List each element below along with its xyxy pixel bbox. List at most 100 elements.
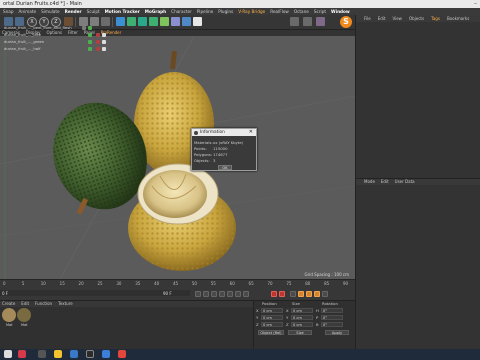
menu-item[interactable]: RealFlow bbox=[270, 8, 289, 15]
layout-icon[interactable] bbox=[290, 17, 299, 26]
snap-icon[interactable] bbox=[303, 17, 312, 26]
menu-item[interactable]: Octane bbox=[294, 8, 309, 15]
next-key-button[interactable] bbox=[235, 291, 241, 297]
position-key-button[interactable] bbox=[298, 291, 304, 297]
pen-spline-icon[interactable] bbox=[127, 17, 136, 26]
durian-half-opened[interactable] bbox=[128, 163, 236, 271]
size-y-field[interactable]: 0 cm bbox=[291, 315, 313, 320]
file-explorer-icon[interactable] bbox=[54, 350, 62, 358]
minimize-button[interactable]: – bbox=[474, 0, 477, 8]
menu-item[interactable]: Motion Tracker bbox=[105, 8, 140, 15]
attribute-manager-tab[interactable]: Mode bbox=[364, 179, 375, 185]
texture-tag-icon[interactable] bbox=[102, 40, 106, 44]
light-icon[interactable] bbox=[193, 17, 202, 26]
3d-viewport[interactable]: Grid Spacing : 100 cm bbox=[0, 36, 355, 279]
visibility-icon[interactable] bbox=[88, 26, 92, 30]
position-z-field[interactable]: 0 cm bbox=[261, 322, 283, 327]
size-z-field[interactable]: 0 cm bbox=[291, 322, 313, 327]
object-manager-tab[interactable]: View bbox=[392, 15, 402, 22]
close-icon[interactable]: ✕ bbox=[249, 129, 253, 136]
go-to-end-button[interactable] bbox=[243, 291, 249, 297]
keyframe-selection-button[interactable] bbox=[290, 291, 296, 297]
axis-label: Y bbox=[256, 315, 259, 320]
timeline-ruler[interactable]: 0 5 10 15 20 25 30 35 40 45 50 55 60 65 70 75 80 85 90 bbox=[0, 280, 355, 289]
material-manager-tab[interactable]: Edit bbox=[21, 301, 29, 307]
texture-tag-icon[interactable] bbox=[102, 47, 106, 51]
autokey-button[interactable] bbox=[279, 291, 285, 297]
object-manager-tab[interactable]: Tags bbox=[431, 15, 440, 22]
material-swatch[interactable] bbox=[17, 308, 31, 322]
subdivision-surface-icon[interactable] bbox=[138, 17, 147, 26]
environment-icon[interactable] bbox=[171, 17, 180, 26]
cloner-icon[interactable] bbox=[149, 17, 158, 26]
material-swatch[interactable] bbox=[2, 308, 16, 322]
menu-item[interactable]: Plugins bbox=[218, 8, 233, 15]
go-to-start-button[interactable] bbox=[195, 291, 201, 297]
menu-item[interactable]: Simulate bbox=[41, 8, 60, 15]
start-frame-field[interactable]: 0 F bbox=[2, 291, 8, 296]
size-x-field[interactable]: 0 cm bbox=[291, 308, 313, 313]
menu-item[interactable]: Render bbox=[65, 8, 82, 15]
rotation-p-field[interactable]: 0° bbox=[321, 315, 343, 320]
material-manager-tab[interactable]: Function bbox=[35, 301, 52, 307]
material-tag-icon[interactable] bbox=[96, 40, 100, 44]
previous-frame-button[interactable] bbox=[211, 291, 217, 297]
camera-icon[interactable] bbox=[182, 17, 191, 26]
rotation-key-button[interactable] bbox=[314, 291, 320, 297]
attribute-manager: Mode Edit User Data bbox=[355, 178, 480, 349]
chrome-icon[interactable] bbox=[118, 350, 126, 358]
object-row[interactable]: durian_fruit_..._tree bbox=[0, 32, 125, 38]
previous-key-button[interactable] bbox=[203, 291, 209, 297]
object-manager-tab[interactable]: Edit bbox=[378, 15, 386, 22]
task-view-icon[interactable] bbox=[38, 350, 46, 358]
size-mode-select[interactable]: Size bbox=[288, 330, 312, 335]
ok-button[interactable]: OK bbox=[218, 165, 232, 170]
object-row[interactable]: durian_fruit_..._green bbox=[0, 39, 125, 45]
coordinate-mode-select[interactable]: Object (Rel) bbox=[258, 330, 284, 335]
record-button[interactable] bbox=[271, 291, 277, 297]
rotation-b-field[interactable]: 0° bbox=[321, 322, 343, 327]
object-manager-tab[interactable]: File bbox=[364, 15, 371, 22]
workplane-icon[interactable] bbox=[316, 17, 325, 26]
rotation-h-field[interactable]: 0° bbox=[321, 308, 343, 313]
menu-item[interactable]: Pipeline bbox=[197, 8, 213, 15]
cinema4d-taskbar-icon[interactable] bbox=[86, 350, 94, 358]
position-y-field[interactable]: 0 cm bbox=[261, 315, 283, 320]
visibility-icon[interactable] bbox=[88, 47, 92, 51]
apply-button[interactable]: Apply bbox=[325, 330, 349, 335]
object-manager-tab[interactable]: Bookmarks bbox=[447, 15, 469, 22]
menu-item[interactable]: Animate bbox=[19, 8, 37, 15]
menu-item[interactable]: Snap bbox=[3, 8, 14, 15]
visibility-icon[interactable] bbox=[88, 33, 92, 37]
material-manager-tab[interactable]: Texture bbox=[58, 301, 73, 307]
scale-key-button[interactable] bbox=[306, 291, 312, 297]
menu-item[interactable]: Character bbox=[171, 8, 192, 15]
material-tag-icon[interactable] bbox=[96, 47, 100, 51]
deformer-icon[interactable] bbox=[160, 17, 169, 26]
param-key-button[interactable] bbox=[322, 291, 328, 297]
heart-app-icon[interactable] bbox=[18, 350, 26, 358]
end-frame-field[interactable]: 90 F bbox=[163, 291, 172, 296]
material-tag-icon[interactable] bbox=[96, 33, 100, 37]
menu-item[interactable]: Window bbox=[331, 8, 350, 15]
object-row[interactable]: durian_fruit_..._half bbox=[0, 46, 125, 52]
material-manager-tab[interactable]: Create bbox=[2, 301, 15, 307]
mail-icon[interactable] bbox=[70, 350, 78, 358]
menu-item[interactable]: MoGraph bbox=[145, 8, 166, 15]
menu-item[interactable]: V-Ray Bridge bbox=[238, 8, 265, 15]
object-manager-tab[interactable]: Objects bbox=[409, 15, 424, 22]
attribute-manager-tab[interactable]: Edit bbox=[381, 179, 389, 185]
play-button[interactable] bbox=[219, 291, 225, 297]
menu-item[interactable]: Sculpt bbox=[87, 8, 100, 15]
next-frame-button[interactable] bbox=[227, 291, 233, 297]
object-row[interactable]: durian_fruit_..._peel_core_and_flesh bbox=[0, 25, 125, 31]
visibility-icon[interactable] bbox=[88, 40, 92, 44]
frame-range-bar[interactable] bbox=[0, 290, 190, 296]
attribute-manager-tab[interactable]: User Data bbox=[395, 179, 415, 185]
position-x-field[interactable]: 0 cm bbox=[261, 308, 283, 313]
start-icon[interactable] bbox=[4, 350, 12, 358]
edge-icon[interactable] bbox=[102, 350, 110, 358]
menu-item[interactable]: Script bbox=[314, 8, 326, 15]
texture-tag-icon[interactable] bbox=[102, 33, 106, 37]
object-manager-tabs: File Edit View Objects Tags Bookmarks bbox=[356, 15, 480, 22]
